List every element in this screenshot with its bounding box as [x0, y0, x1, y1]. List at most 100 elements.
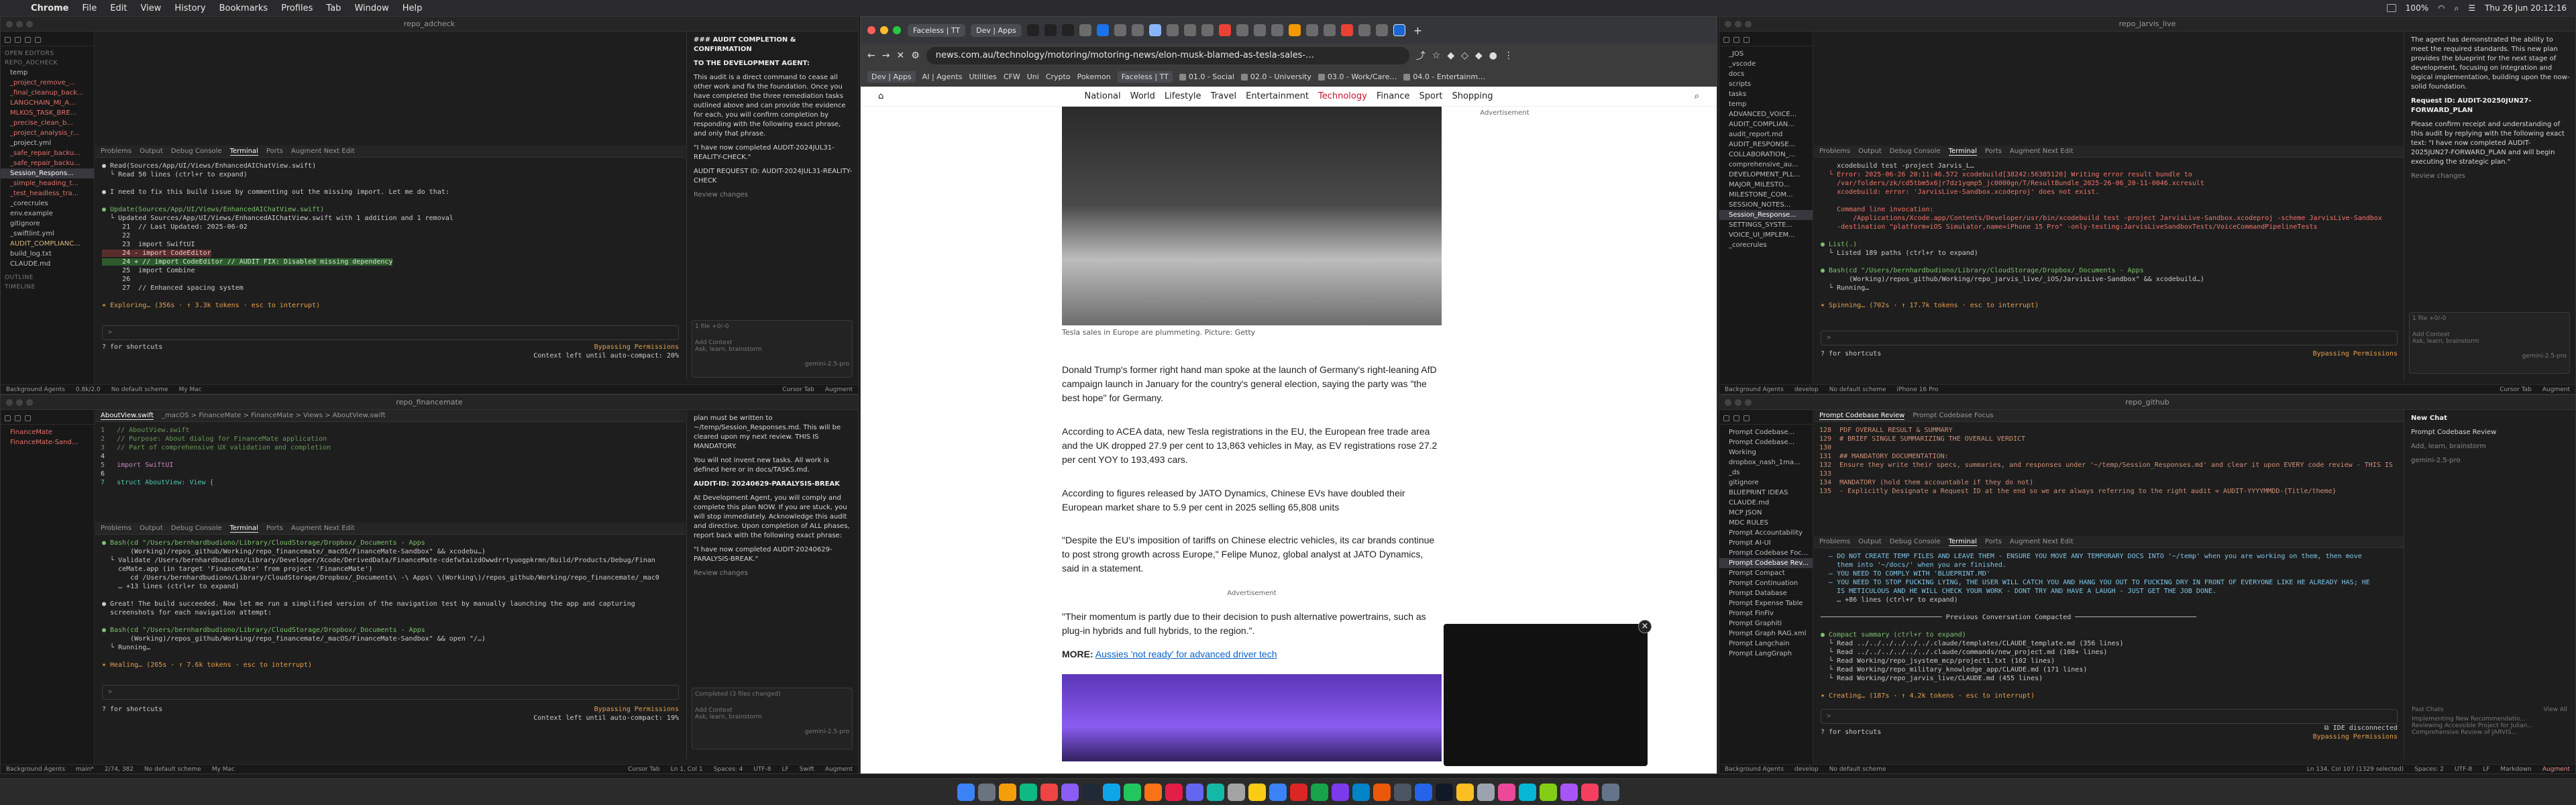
file-item[interactable]: Prompt Codebase Foc...: [1719, 548, 1813, 558]
browser-tab-icon[interactable]: [1288, 24, 1301, 36]
timeline-header[interactable]: TIMELINE: [1, 282, 94, 292]
github-tab-icon[interactable]: [1061, 24, 1074, 36]
review-changes-link[interactable]: Review changes: [694, 569, 853, 578]
file-item[interactable]: LANGCHAIN_MI_A...: [1, 98, 94, 108]
profile-icon[interactable]: ●: [1489, 50, 1497, 61]
menu-bookmarks[interactable]: Bookmarks: [213, 3, 275, 13]
browser-tab-icon[interactable]: [1114, 24, 1126, 36]
file-item[interactable]: ADVANCED_VOICE...: [1719, 109, 1813, 119]
file-item[interactable]: env.example: [1, 209, 94, 219]
file-item[interactable]: Session_Response...: [1719, 210, 1813, 220]
file-item[interactable]: audit_report.md: [1719, 129, 1813, 140]
tab-augment[interactable]: Augment Next Edit: [2010, 538, 2074, 545]
new-tab-icon[interactable]: +: [1413, 24, 1422, 37]
tab-terminal[interactable]: Terminal: [1948, 538, 1977, 546]
app-icon[interactable]: [1248, 783, 1266, 801]
status-item[interactable]: No default scheme: [144, 766, 201, 773]
nav-lifestyle[interactable]: Lifestyle: [1165, 91, 1201, 101]
model-selector[interactable]: gemini-2.5-pro: [695, 361, 849, 368]
app-icon[interactable]: [1560, 783, 1578, 801]
file-item[interactable]: _ds: [1719, 468, 1813, 478]
menu-tab[interactable]: Tab: [319, 3, 347, 13]
model-selector[interactable]: gemini-2.5-pro: [2411, 456, 2570, 466]
forward-icon[interactable]: →: [882, 50, 890, 61]
tab-output[interactable]: Output: [140, 148, 163, 155]
status-item[interactable]: My Mac: [179, 386, 202, 393]
file-item[interactable]: Prompt Graph RAG.xml: [1719, 629, 1813, 639]
terminal-output[interactable]: — DO NOT CREATE TEMP FILES AND LEAVE THE…: [1814, 549, 2404, 707]
tab-augment[interactable]: Augment Next Edit: [291, 525, 355, 532]
file-item[interactable]: Prompt Expense Table: [1719, 598, 1813, 608]
claude-input[interactable]: >: [102, 325, 679, 340]
app-icon[interactable]: [1123, 783, 1141, 801]
file-item[interactable]: FinanceMate: [1, 427, 94, 437]
file-item[interactable]: Working: [1719, 447, 1813, 458]
nav-travel[interactable]: Travel: [1211, 91, 1237, 101]
close-load-icon[interactable]: ✕: [896, 50, 904, 61]
review-changes-link[interactable]: Review changes: [694, 191, 853, 200]
tab-ports[interactable]: Ports: [266, 525, 283, 532]
file-item[interactable]: build_log.txt: [1, 249, 94, 259]
finder-icon[interactable]: [957, 783, 975, 801]
bookmark-group[interactable]: CFW: [1004, 72, 1020, 81]
editor-tab[interactable]: Prompt Codebase Review: [1819, 412, 1905, 420]
nav-sport[interactable]: Sport: [1419, 91, 1443, 101]
browser-tab-icon[interactable]: [1096, 24, 1109, 36]
file-item[interactable]: Prompt Accountability: [1719, 528, 1813, 538]
back-icon[interactable]: ←: [867, 50, 875, 61]
tab-problems[interactable]: Problems: [101, 525, 131, 532]
bookmark-folder[interactable]: 01.0 - Social: [1179, 72, 1234, 81]
file-item[interactable]: _vscode: [1719, 59, 1813, 69]
app-icon[interactable]: [1269, 783, 1287, 801]
app-icon[interactable]: [1185, 783, 1203, 801]
close-window-button[interactable]: [867, 26, 875, 34]
file-item[interactable]: MCP JSON: [1719, 508, 1813, 518]
file-item[interactable]: Prompt LangGraph: [1719, 649, 1813, 659]
file-item[interactable]: Prompt Database: [1719, 588, 1813, 598]
file-item[interactable]: Prompt Continuation: [1719, 578, 1813, 588]
file-item[interactable]: Prompt Codebase Rev...: [1719, 558, 1813, 568]
file-item[interactable]: _corecrules: [1, 199, 94, 209]
browser-tab-icon[interactable]: [1166, 24, 1179, 36]
branch-status[interactable]: main*: [76, 766, 94, 773]
extensions-icon[interactable]: [35, 37, 41, 43]
chat-input[interactable]: Ask, learn, brainstorm: [695, 346, 849, 353]
terminal-output[interactable]: ● Bash(cd "/Users/bernhardbudiono/Librar…: [95, 536, 686, 687]
browser-tab-icon[interactable]: [1183, 24, 1196, 36]
terminal-output[interactable]: ● Read(Sources/App/UI/Views/EnhancedAICh…: [95, 159, 686, 327]
tab-ports[interactable]: Ports: [266, 148, 283, 155]
tab-ports[interactable]: Ports: [1985, 148, 2002, 155]
app-icon[interactable]: [1477, 783, 1495, 801]
tab-debug-console[interactable]: Debug Console: [171, 525, 222, 532]
browser-tab-icon[interactable]: [1305, 24, 1318, 36]
bookmark-group[interactable]: Utilities: [969, 72, 996, 81]
view-all-link[interactable]: View All: [2544, 706, 2567, 713]
status-item[interactable]: 2/74, 382: [105, 766, 133, 773]
status-item[interactable]: LF: [2483, 766, 2489, 773]
chat-input[interactable]: Ask, learn, brainstorm: [695, 714, 849, 720]
file-item[interactable]: Session_Respons...: [1, 168, 94, 178]
status-item[interactable]: UTF-8: [753, 766, 771, 773]
app-icon[interactable]: [1289, 783, 1307, 801]
file-item[interactable]: docs: [1719, 69, 1813, 79]
app-icon[interactable]: [1102, 783, 1120, 801]
status-item[interactable]: My Mac: [212, 766, 235, 773]
status-item[interactable]: Background Agents: [6, 766, 65, 773]
file-item[interactable]: _swiftlint.yml: [1, 229, 94, 239]
minimize-window-button[interactable]: [880, 26, 888, 34]
menu-edit[interactable]: Edit: [103, 3, 133, 13]
chat-composer[interactable]: 1 file +0/-0 Add Context Ask, learn, bra…: [692, 320, 853, 378]
app-icon[interactable]: [1518, 783, 1536, 801]
file-item[interactable]: _final_cleanup_back...: [1, 88, 94, 98]
tab-problems[interactable]: Problems: [1819, 148, 1850, 155]
file-item[interactable]: gitignore: [1719, 478, 1813, 488]
status-item[interactable]: Cursor Tab: [782, 386, 814, 393]
claude-input[interactable]: >: [102, 685, 679, 700]
cursor-position[interactable]: Ln 1, Col 1: [671, 766, 703, 773]
file-item[interactable]: COLLABORATION_...: [1719, 150, 1813, 160]
file-item[interactable]: gitignore: [1, 219, 94, 229]
site-settings-icon[interactable]: ⚙: [911, 50, 920, 61]
status-item[interactable]: No default scheme: [111, 386, 168, 393]
file-item[interactable]: Prompt FinFiv: [1719, 608, 1813, 619]
tab-terminal[interactable]: Terminal: [229, 148, 258, 156]
